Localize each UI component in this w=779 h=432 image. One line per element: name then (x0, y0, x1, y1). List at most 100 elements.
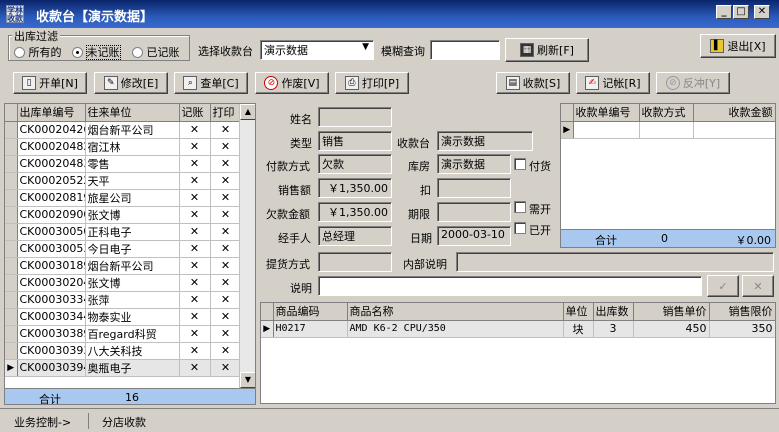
col-item-name[interactable]: 商品名称 (347, 303, 564, 321)
order-no-cell: CK00030204 (17, 274, 86, 292)
date-field[interactable]: 2000-03-10 (437, 226, 511, 246)
door-icon: ▌ (710, 39, 725, 53)
close-button[interactable]: ✕ (754, 5, 770, 19)
radio-posted[interactable]: 已记账 (132, 44, 180, 60)
invoiced-box[interactable] (514, 222, 526, 234)
scroll-up-icon[interactable]: ▲ (240, 104, 255, 120)
order-row[interactable]: CK00030204 张文博 ✕ ✕ (5, 274, 242, 292)
order-row[interactable]: CK00030050 正科电子 ✕ ✕ (5, 223, 242, 241)
warehouse-field[interactable]: 演示数据 (437, 154, 511, 174)
internal-note-label: 内部说明 (403, 258, 447, 271)
col-item-limit[interactable]: 销售限价 (709, 303, 775, 321)
edit-order-button[interactable]: ✎ 修改[E] (94, 72, 168, 94)
printed-cell: ✕ (210, 291, 242, 309)
order-no-cell: CK00020426 (17, 121, 86, 139)
void-order-label: 作废[V] (281, 77, 320, 90)
col-receipt-amount[interactable]: 收款金额 (693, 104, 775, 122)
radio-all[interactable]: 所有的 (14, 44, 62, 60)
payment-method-field[interactable]: 欠款 (318, 154, 392, 174)
open-order-button[interactable]: ▯ 开单[N] (13, 72, 87, 94)
col-receipt-method[interactable]: 收款方式 (639, 104, 694, 122)
pickup-method-field[interactable] (318, 252, 392, 272)
discount-field[interactable] (437, 178, 511, 198)
reverse-label: 反冲[Y] (682, 77, 721, 90)
internal-note-field[interactable] (456, 252, 774, 272)
type-field[interactable]: 销售 (318, 131, 392, 151)
term-field[interactable] (437, 202, 511, 222)
business-control-link[interactable]: 业务控制-> (8, 412, 77, 430)
order-row[interactable]: CK00020426 烟台新平公司 ✕ ✕ (5, 121, 242, 139)
radio-posted-dot[interactable] (132, 46, 143, 58)
item-row[interactable]: ▶ H0217 AMD K6-2 CPU/350 块 3 450 350 (261, 320, 775, 338)
order-no-cell: CK00020483 (17, 155, 86, 173)
col-item-code[interactable]: 商品编码 (273, 303, 348, 321)
name-field[interactable] (318, 107, 392, 127)
order-row[interactable]: CK00030189 烟台新平公司 ✕ ✕ (5, 257, 242, 275)
order-row[interactable]: CK00020819 旅星公司 ✕ ✕ (5, 189, 242, 207)
pay-goods-checkbox[interactable] (514, 158, 526, 173)
pay-goods-box[interactable] (514, 158, 526, 170)
receipts-total-count: 0 (661, 232, 668, 245)
col-posted[interactable]: 记账 (179, 104, 211, 122)
order-row[interactable]: CK00030053 今日电子 ✕ ✕ (5, 240, 242, 258)
order-row[interactable]: ▶ CK00030394 奥瓶电子 ✕ ✕ (5, 359, 242, 377)
owed-amount-field[interactable]: ￥1,350.00 (318, 202, 392, 222)
invoiced-checkbox[interactable] (514, 222, 526, 237)
cashier-select-label: 选择收款台 (198, 45, 253, 58)
refresh-button[interactable]: ▦ 刷新[F] (505, 38, 589, 62)
scroll-down-icon[interactable]: ▼ (240, 372, 255, 388)
post-button[interactable]: ✍ 记帐[R] (576, 72, 650, 94)
print-button[interactable]: ⎙ 打印[P] (335, 72, 409, 94)
printed-cell: ✕ (210, 189, 242, 207)
order-row[interactable]: CK00030389 百regard科贸 ✕ ✕ (5, 325, 242, 343)
view-order-button[interactable]: ⌕ 查单[C] (174, 72, 248, 94)
sales-amount-field[interactable]: ￥1,350.00 (318, 178, 392, 198)
maximize-button[interactable]: □ (733, 5, 749, 19)
calculator-icon: ▦ (520, 43, 535, 57)
handler-field[interactable]: 总经理 (318, 226, 392, 246)
cashier-select[interactable]: 演示数据 ▼ (260, 40, 374, 60)
col-item-price[interactable]: 销售单价 (633, 303, 710, 321)
order-row[interactable]: CK00030393 八大关科技 ✕ ✕ (5, 342, 242, 360)
order-row[interactable]: CK00030334 张萍 ✕ ✕ (5, 291, 242, 309)
orders-grid: 出库单编号 往来单位 记账 打印 CK00020426 烟台新平公司 ✕ ✕ CK000… (4, 103, 256, 405)
receipts-empty-row[interactable]: ▶ (561, 121, 775, 139)
col-item-qty[interactable]: 出库数 (593, 303, 634, 321)
reverse-button[interactable]: ⊘ 反冲[Y] (656, 72, 730, 94)
order-row[interactable]: CK00020522 天平 ✕ ✕ (5, 172, 242, 190)
confirm-note-button[interactable]: ✓ (707, 275, 739, 297)
items-grid: 商品编码 商品名称 单位 出库数 销售单价 销售限价 ▶ H0217 AMD K6-… (260, 302, 776, 404)
need-invoice-checkbox[interactable] (514, 201, 526, 216)
collect-button[interactable]: ▤ 收款[S] (496, 72, 570, 94)
discount-label: 扣 (420, 184, 431, 197)
partner-cell: 旅星公司 (85, 189, 180, 207)
radio-all-dot[interactable] (14, 46, 25, 58)
void-order-button[interactable]: ⊘ 作废[V] (255, 72, 329, 94)
cancel-note-button[interactable]: ✕ (742, 275, 774, 297)
col-partner[interactable]: 往来单位 (85, 104, 180, 122)
radio-posted-label: 已记账 (146, 46, 180, 59)
col-order-no[interactable]: 出库单编号 (17, 104, 86, 122)
col-receipt-no[interactable]: 收款单编号 (573, 104, 640, 122)
col-item-unit[interactable]: 单位 (563, 303, 594, 321)
exit-button[interactable]: ▌ 退出[X] (700, 34, 776, 58)
app-icon: 学林 收款 (6, 5, 24, 23)
minimize-button[interactable]: _ (716, 5, 732, 19)
row-pointer-icon: ▶ (5, 359, 18, 377)
radio-unposted[interactable]: 未记账 (72, 44, 121, 60)
printer-icon: ⎙ (344, 76, 359, 90)
order-row[interactable]: CK00020483 零售 ✕ ✕ (5, 155, 242, 173)
col-printed[interactable]: 打印 (210, 104, 242, 122)
note-field[interactable] (318, 276, 702, 296)
orders-scrollbar[interactable]: ▲ ▼ (239, 104, 255, 388)
order-row[interactable]: CK00030344 物泰实业 ✕ ✕ (5, 308, 242, 326)
fuzzy-search-input[interactable] (430, 40, 500, 60)
need-invoice-box[interactable] (514, 201, 526, 213)
dropdown-arrow-icon[interactable]: ▼ (362, 42, 369, 52)
need-invoice-label: 需开 (529, 203, 551, 216)
order-cashier-field[interactable]: 演示数据 (437, 131, 533, 151)
order-row[interactable]: CK00020900 张文博 ✕ ✕ (5, 206, 242, 224)
order-row[interactable]: CK00020482 宿江林 ✕ ✕ (5, 138, 242, 156)
radio-unposted-dot[interactable] (72, 46, 83, 58)
checkmark-icon: ✓ (718, 279, 728, 293)
